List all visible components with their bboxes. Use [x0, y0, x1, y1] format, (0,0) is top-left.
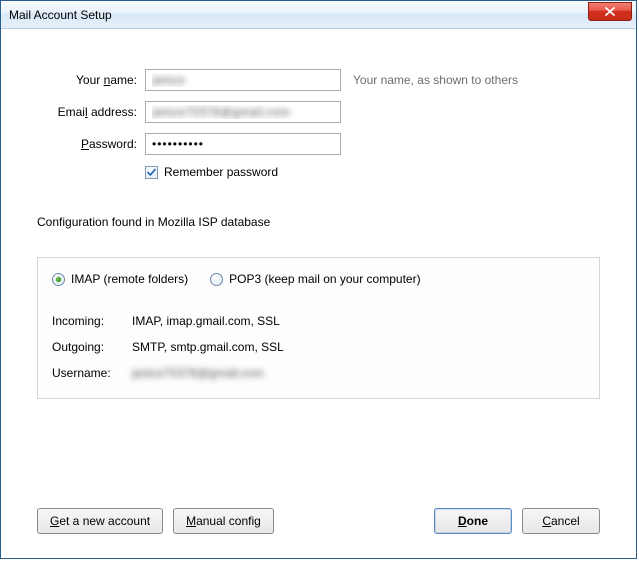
status-message: Configuration found in Mozilla ISP datab…	[37, 215, 600, 229]
done-button[interactable]: Done	[434, 508, 512, 534]
radio-pop3-label: POP3 (keep mail on your computer)	[229, 272, 420, 286]
password-input[interactable]	[145, 133, 341, 155]
radio-pop3[interactable]: POP3 (keep mail on your computer)	[210, 272, 420, 286]
window-close-button[interactable]	[588, 2, 632, 21]
your-name-hint: Your name, as shown to others	[353, 73, 518, 87]
label-email: Email address:	[37, 105, 145, 119]
remember-password-checkbox[interactable]: Remember password	[145, 165, 600, 179]
protocol-radio-group: IMAP (remote folders) POP3 (keep mail on…	[52, 272, 585, 286]
radio-icon	[52, 273, 65, 286]
label-your-name: Your name:	[37, 73, 145, 87]
label-password: Password:	[37, 137, 145, 151]
your-name-input[interactable]	[145, 69, 341, 91]
value-outgoing: SMTP, smtp.gmail.com, SSL	[132, 340, 585, 354]
radio-icon	[210, 273, 223, 286]
mail-account-setup-window: Mail Account Setup Your name: Your name,…	[0, 0, 637, 559]
close-icon	[605, 7, 615, 16]
radio-imap-label: IMAP (remote folders)	[71, 272, 188, 286]
checkbox-box	[145, 166, 158, 179]
row-your-name: Your name: Your name, as shown to others	[37, 69, 600, 91]
email-input[interactable]	[145, 101, 341, 123]
value-username: janice70378@gmail.com	[132, 366, 585, 380]
get-new-account-button[interactable]: Get a new account	[37, 508, 163, 534]
window-title: Mail Account Setup	[9, 8, 588, 22]
remember-password-label: Remember password	[164, 165, 278, 179]
row-password: Password:	[37, 133, 600, 155]
label-username: Username:	[52, 366, 132, 380]
dialog-content: Your name: Your name, as shown to others…	[1, 29, 636, 419]
radio-imap[interactable]: IMAP (remote folders)	[52, 272, 188, 286]
row-email: Email address:	[37, 101, 600, 123]
checkmark-icon	[146, 167, 157, 178]
config-panel: IMAP (remote folders) POP3 (keep mail on…	[37, 257, 600, 399]
label-incoming: Incoming:	[52, 314, 132, 328]
label-outgoing: Outgoing:	[52, 340, 132, 354]
titlebar: Mail Account Setup	[1, 1, 636, 29]
manual-config-button[interactable]: Manual config	[173, 508, 274, 534]
button-row: Get a new account Manual config Done Can…	[37, 508, 600, 534]
value-incoming: IMAP, imap.gmail.com, SSL	[132, 314, 585, 328]
cancel-button[interactable]: Cancel	[522, 508, 600, 534]
